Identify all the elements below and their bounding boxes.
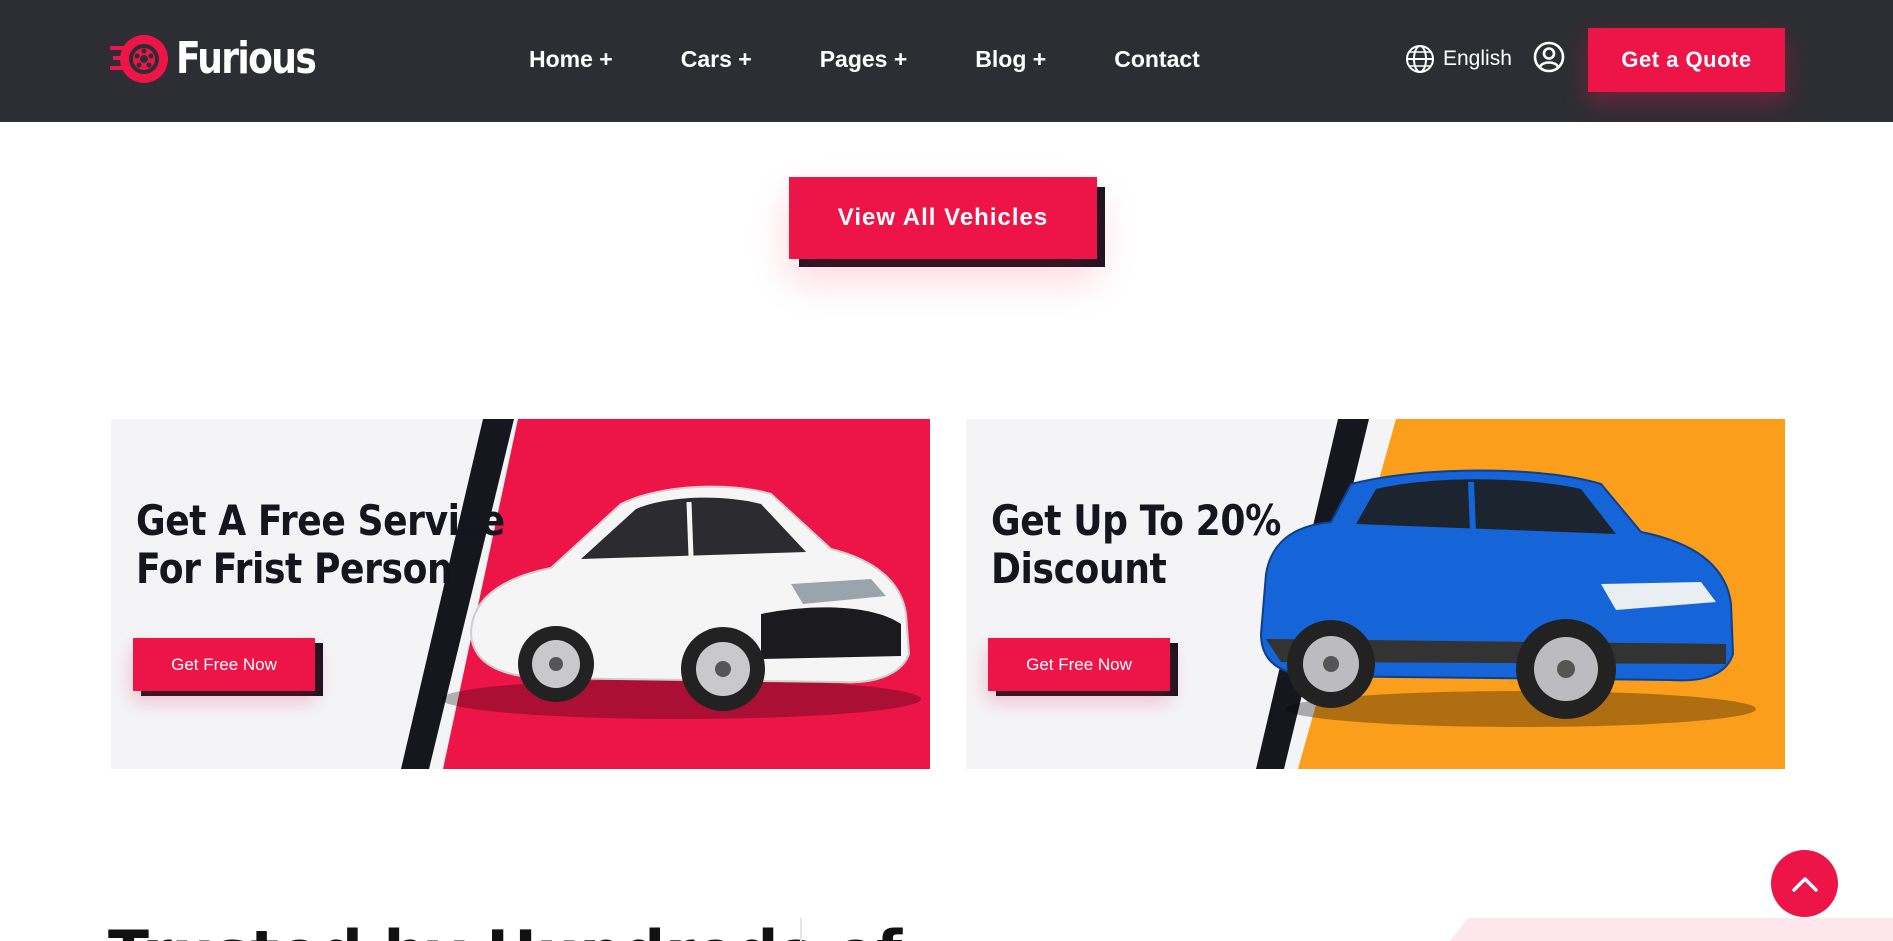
promo-card-free-service: Get A Free Service For Frist Person Get … <box>111 419 930 769</box>
promo-title: Get A Free Service For Frist Person <box>136 497 505 593</box>
view-all-vehicles-button[interactable]: View All Vehicles <box>789 177 1097 259</box>
site-header: Furious Home + Cars + Pages + Blog + Con… <box>0 0 1893 122</box>
promo-title-line2: For Frist Person <box>136 544 453 593</box>
promo-card-discount: Get Up To 20% Discount Get Free Now <box>966 419 1785 769</box>
section-heading: Trusted by Hundreds of <box>108 918 902 941</box>
wheel-logo-icon <box>110 32 172 86</box>
promo-title-line1: Get A Free Service <box>136 496 505 545</box>
promo-button-wrapper: Get Free Now <box>988 638 1178 696</box>
get-free-now-button[interactable]: Get Free Now <box>133 638 315 691</box>
language-selector[interactable]: English <box>1405 44 1512 74</box>
nav-home[interactable]: Home + <box>529 44 613 74</box>
user-circle-icon[interactable] <box>1533 41 1565 73</box>
section-divider <box>800 918 802 941</box>
nav-blog[interactable]: Blog + <box>975 44 1046 74</box>
get-free-now-button[interactable]: Get Free Now <box>988 638 1170 691</box>
view-all-wrapper: View All Vehicles <box>789 177 1105 267</box>
decorative-shape <box>1450 918 1893 941</box>
nav-pages[interactable]: Pages + <box>820 44 908 74</box>
promo-button-wrapper: Get Free Now <box>133 638 323 696</box>
promo-title-line2: Discount <box>991 544 1167 593</box>
brand-name: Furious <box>176 33 317 84</box>
globe-icon <box>1406 45 1434 73</box>
promo-title-line1: Get Up To 20% <box>991 496 1281 545</box>
nav-cars[interactable]: Cars + <box>681 44 752 74</box>
blue-suv-car <box>1259 469 1756 727</box>
promo-title: Get Up To 20% Discount <box>991 497 1281 593</box>
scroll-to-top-button[interactable] <box>1771 850 1838 917</box>
language-label: English <box>1443 47 1512 70</box>
logo[interactable]: Furious <box>110 32 346 86</box>
nav-contact[interactable]: Contact <box>1114 44 1200 74</box>
main-nav: Home + Cars + Pages + Blog + Contact <box>529 44 1200 74</box>
get-quote-button[interactable]: Get a Quote <box>1588 28 1785 92</box>
chevron-up-icon <box>1791 876 1818 892</box>
